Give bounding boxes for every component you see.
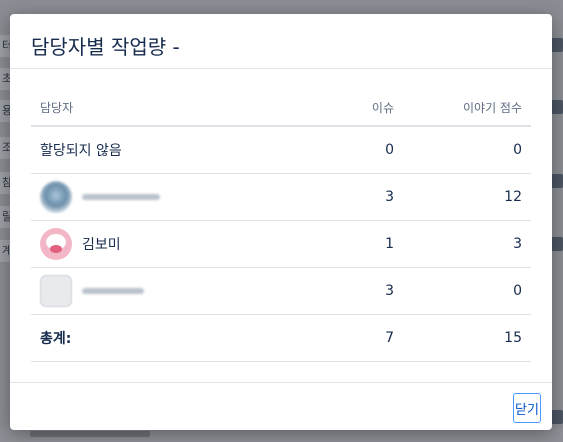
background-bottom-row [0,428,563,442]
column-header-assignee: 담당자 [31,89,320,127]
background-badge [551,410,563,424]
column-header-issues: 이슈 [319,89,403,127]
dialog-title: 담당자별 작업량 - [31,35,180,59]
issue-count: 1 [319,220,403,268]
close-button[interactable]: 닫기 [513,393,541,423]
assignee-cell: 김보미 [31,220,320,268]
avatar [40,228,72,260]
table-row: 할당되지 않음 0 0 [31,126,531,174]
avatar [40,181,72,213]
table-header-row: 담당자 이슈 이야기 점수 [31,89,531,127]
background-badge [551,174,563,188]
dialog-footer: 닫기 [10,382,552,430]
avatar [40,275,72,307]
workload-dialog: 담당자별 작업량 - 담당자 이슈 이야기 점수 할당되지 않음 0 0 3 1… [10,14,552,430]
issue-count: 3 [319,267,403,315]
assignee-name: 할당되지 않음 [31,126,320,174]
dialog-header: 담당자별 작업량 - [10,14,552,69]
issue-count: 0 [319,126,403,174]
table-row: 김보미 1 3 [31,220,531,268]
table-row: 3 0 [31,267,531,315]
background-badge [551,100,563,114]
background-badge [551,38,563,52]
story-points: 3 [403,220,531,268]
redacted-name [82,288,144,294]
total-row: 총계: 7 15 [31,314,531,362]
redacted-name [82,194,160,200]
assignee-cell [31,173,320,221]
assignee-name: 김보미 [82,237,121,253]
assignee-cell [31,267,320,315]
workload-table: 담당자 이슈 이야기 점수 할당되지 않음 0 0 3 12 김보미 1 3 3… [31,89,531,362]
story-points: 0 [403,126,531,174]
story-points: 12 [403,173,531,221]
total-story-points: 15 [403,314,531,362]
story-points: 0 [403,267,531,315]
issue-count: 3 [319,173,403,221]
table-row: 3 12 [31,173,531,221]
column-header-story-points: 이야기 점수 [403,89,531,127]
total-issues: 7 [319,314,403,362]
total-label: 총계: [31,314,320,362]
dialog-body: 담당자 이슈 이야기 점수 할당되지 않음 0 0 3 12 김보미 1 3 3… [10,69,552,362]
background-badge [551,237,563,251]
